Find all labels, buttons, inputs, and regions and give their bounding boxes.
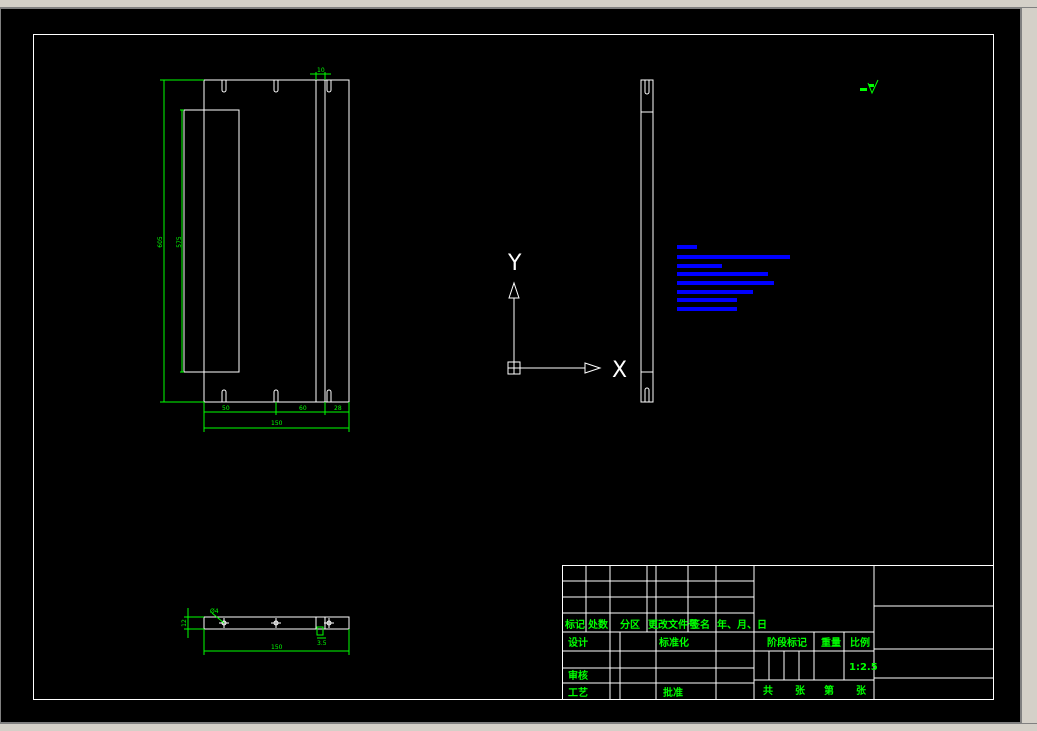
notes-line-6 xyxy=(677,298,737,302)
cad-drawing: 605 575 50 60 28 150 10 12 150 Ø4 3.5 Y … xyxy=(0,8,1021,723)
tb-sheet-unit-a: 张 xyxy=(795,684,806,697)
tb-scale-value: 1:2.5 xyxy=(849,662,878,673)
tb-approve: 批准 xyxy=(663,686,683,699)
bottom-slot-1 xyxy=(221,389,227,402)
roughness-symbol-icon xyxy=(860,79,879,95)
tb-header-signature: 签名 xyxy=(689,618,710,631)
dim-bottom-height: 12 xyxy=(181,619,188,627)
side-slot-bottom xyxy=(644,387,650,402)
bottom-hole-2 xyxy=(271,618,281,628)
viewport-border xyxy=(0,8,1021,723)
technical-notes xyxy=(677,245,790,311)
dim-seg-2: 60 xyxy=(299,405,307,412)
tb-weight: 重量 xyxy=(821,636,841,649)
dim-bottom-hole: Ø4 xyxy=(210,608,219,615)
side-slot-top xyxy=(644,80,650,95)
tb-standardization: 标准化 xyxy=(658,636,689,649)
front-view-dimensions: 605 575 50 60 28 150 10 xyxy=(157,67,350,432)
top-slot-1 xyxy=(221,80,227,93)
side-plate-outline xyxy=(640,79,654,403)
title-block: 标记 处数 分区 更改文件号 签名 年、月、日 设计 标准化 审核 工艺 批准 … xyxy=(562,565,994,700)
dim-height-overall: 605 xyxy=(157,236,164,248)
tb-header-zone: 分区 xyxy=(620,618,640,631)
bottom-slot-2 xyxy=(273,389,279,402)
bottom-view-dimensions: 12 150 Ø4 3.5 xyxy=(181,608,350,655)
notes-line-3 xyxy=(677,272,768,276)
tb-sheet-no: 第 xyxy=(824,684,834,697)
tb-design: 设计 xyxy=(568,636,588,649)
tb-sheet-total: 共 xyxy=(763,684,773,697)
top-toolbar-strip xyxy=(0,0,1037,8)
vertical-scrollbar[interactable] xyxy=(1021,8,1037,723)
tb-review: 审核 xyxy=(568,669,588,682)
drawing-canvas[interactable]: 605 575 50 60 28 150 10 12 150 Ø4 3.5 Y … xyxy=(0,8,1021,723)
tb-header-date: 年、月、日 xyxy=(717,618,767,631)
notes-line-1 xyxy=(677,255,790,259)
bottom-view xyxy=(203,616,350,636)
top-slot-2 xyxy=(273,80,279,93)
dim-bottom-width: 150 xyxy=(271,644,283,651)
dim-bottom-small: 3.5 xyxy=(317,640,327,647)
tb-stage-mark: 阶段标记 xyxy=(767,636,807,649)
ucs-y-label: Y xyxy=(507,251,522,276)
ucs-x-label: X xyxy=(612,358,627,383)
dim-height-slot: 575 xyxy=(176,236,183,248)
dim-seg-1: 50 xyxy=(222,405,230,412)
dim-width-overall: 150 xyxy=(271,420,283,427)
dim-top-small: 10 xyxy=(317,67,325,74)
tb-process: 工艺 xyxy=(568,686,588,699)
tb-header-count: 处数 xyxy=(587,618,609,631)
tb-header-mark: 标记 xyxy=(564,618,585,631)
notes-title xyxy=(677,245,697,249)
plate-outline xyxy=(183,79,350,403)
notes-line-7 xyxy=(677,307,737,311)
tb-scale-label: 比例 xyxy=(850,636,870,649)
dim-seg-3: 28 xyxy=(334,405,342,412)
top-slot-3 xyxy=(326,80,332,93)
notes-line-5 xyxy=(677,290,753,294)
ucs-icon: Y X xyxy=(507,251,627,383)
front-view xyxy=(183,79,350,403)
bottom-small-detail xyxy=(316,626,324,636)
side-view xyxy=(640,79,654,403)
notes-line-2 xyxy=(677,264,722,268)
bottom-slot-3 xyxy=(326,389,332,402)
tb-sheet-unit-b: 张 xyxy=(856,684,867,697)
notes-line-4 xyxy=(677,281,774,285)
plate-slot xyxy=(183,109,240,373)
